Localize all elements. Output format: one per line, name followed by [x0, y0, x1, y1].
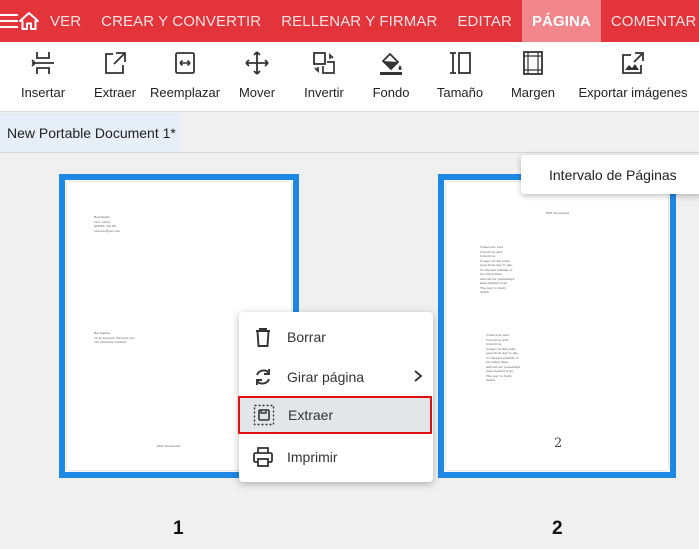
- page-2-poem-2: Tomorrow, and tomorrow, and tomorrow, Cr…: [486, 333, 521, 382]
- replace-button[interactable]: Reemplazar: [144, 42, 226, 111]
- page-range-button[interactable]: Intervalo de Páginas: [521, 155, 699, 194]
- menu-item-girar-pagina[interactable]: Girar página: [239, 358, 433, 396]
- menu-item-imprimir[interactable]: Imprimir: [239, 438, 433, 476]
- tab-ver[interactable]: VER: [40, 0, 91, 42]
- move-button[interactable]: Mover: [226, 42, 288, 111]
- margin-label: Margen: [510, 85, 556, 100]
- tab-rellenar-y-firmar[interactable]: RELLENAR Y FIRMAR: [271, 0, 447, 42]
- paint-bucket-icon: [380, 52, 402, 75]
- printer-icon: [239, 446, 287, 468]
- page-1-address-block: Remitente xx-x- xxxxx XXXXX, XX XX xxxxx…: [94, 215, 120, 233]
- document-tab-bar: New Portable Document 1*: [0, 113, 699, 153]
- home-icon[interactable]: [18, 0, 40, 42]
- size-label: Tamaño: [436, 85, 484, 100]
- top-menu-bar: VER CREAR Y CONVERTIR RELLENAR Y FIRMAR …: [0, 0, 699, 42]
- move-label: Mover: [238, 85, 276, 100]
- background-label: Fondo: [372, 85, 410, 100]
- tab-editar[interactable]: EDITAR: [447, 0, 522, 42]
- tab-comentar[interactable]: COMENTAR: [601, 0, 699, 42]
- reverse-icon: [313, 52, 335, 74]
- export-images-label: Exportar imágenes: [578, 85, 688, 100]
- page-2-poem-1: Tomorrow, and tomorrow, and tomorrow, Cr…: [480, 245, 515, 294]
- menu-item-borrar[interactable]: Borrar: [239, 318, 433, 356]
- hamburger-menu-icon[interactable]: [0, 0, 18, 42]
- trash-icon: [239, 326, 287, 348]
- move-icon: [245, 51, 269, 75]
- page-number-2: 2: [552, 518, 563, 539]
- margin-button[interactable]: Margen: [498, 42, 568, 111]
- menu-item-girar-pagina-label: Girar página: [287, 369, 365, 385]
- page-number-1: 1: [173, 518, 184, 539]
- insert-label: Insertar: [20, 85, 66, 100]
- page-1-recipient-block: Recipiente xx xx xxxxxxx. Xxxxxxx xxx xx…: [94, 331, 135, 344]
- page-context-menu: Borrar Girar página Extraer Imprimir: [238, 312, 433, 482]
- page-range-label: Intervalo de Páginas: [549, 166, 677, 183]
- tab-pagina[interactable]: PÁGINA: [521, 0, 601, 42]
- page-2-content: PDF Document Tomorrow, and tomorrow, and…: [446, 182, 668, 470]
- replace-page-icon: [175, 52, 195, 74]
- page-toolbar: Insertar Extraer Reemplazar Mover Invert…: [0, 42, 699, 112]
- background-button[interactable]: Fondo: [360, 42, 422, 111]
- reverse-button[interactable]: Invertir: [288, 42, 360, 111]
- export-images-button[interactable]: Exportar imágenes: [568, 42, 698, 111]
- menu-item-extraer-label: Extraer: [288, 407, 334, 423]
- page-2-label: 2: [554, 436, 563, 451]
- insert-page-icon: [31, 52, 54, 74]
- extract-icon: [240, 404, 288, 426]
- extract-button[interactable]: Extraer: [86, 42, 144, 111]
- document-tab[interactable]: New Portable Document 1*: [0, 113, 180, 152]
- replace-label: Reemplazar: [149, 85, 221, 100]
- export-images-icon: [622, 52, 644, 74]
- margin-icon: [523, 51, 543, 75]
- page-size-icon: [450, 52, 471, 74]
- chevron-right-icon: [414, 370, 423, 382]
- extract-label: Extraer: [94, 85, 136, 100]
- page-2-header: PDF Document: [546, 211, 570, 215]
- page-1-footer: PDF Document: [157, 444, 181, 448]
- extract-page-icon: [105, 52, 126, 74]
- rotate-icon: [239, 366, 287, 388]
- menu-item-borrar-label: Borrar: [287, 329, 326, 345]
- tab-crear-y-convertir[interactable]: CREAR Y CONVERTIR: [91, 0, 271, 42]
- menu-item-imprimir-label: Imprimir: [287, 449, 338, 465]
- page-thumbnail-2[interactable]: PDF Document Tomorrow, and tomorrow, and…: [438, 174, 676, 478]
- insert-button[interactable]: Insertar: [0, 42, 86, 111]
- reverse-label: Invertir: [304, 85, 344, 100]
- menu-item-extraer[interactable]: Extraer: [238, 396, 432, 434]
- size-button[interactable]: Tamaño: [422, 42, 498, 111]
